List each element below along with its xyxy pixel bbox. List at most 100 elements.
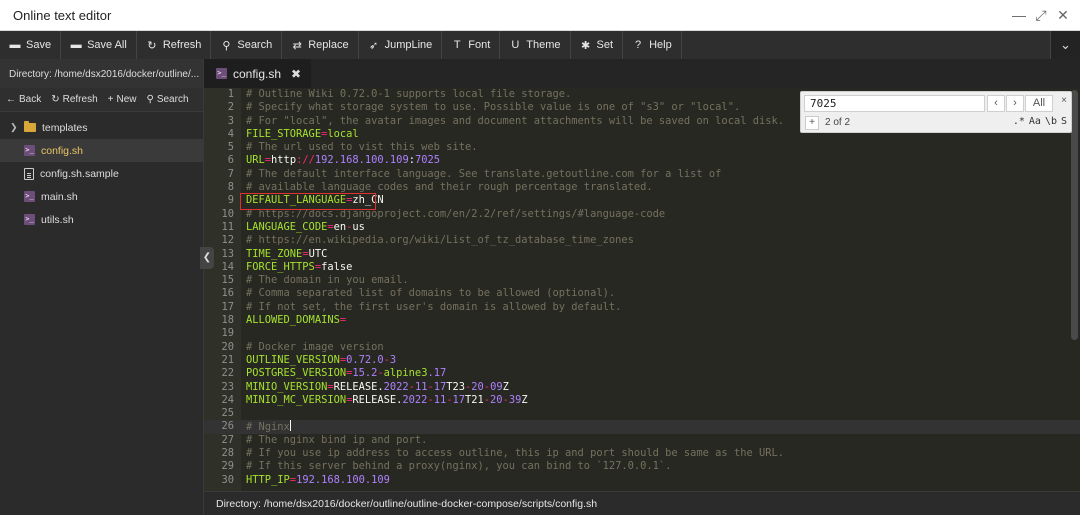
status-path: Directory: /home/dsx2016/docker/outline/… [216, 498, 598, 510]
tree-item-templates[interactable]: ❯ templates [0, 116, 203, 139]
line-code: # Specify what storage system to use. Po… [246, 101, 741, 114]
tree-item-utils-sh[interactable]: >_ utils.sh [0, 208, 203, 231]
line-number: 26 [221, 420, 234, 433]
shell-file-icon: >_ [24, 145, 35, 156]
search-input[interactable]: 7025 [804, 95, 985, 112]
replace-button[interactable]: ⇄ Replace [282, 31, 359, 59]
code-line[interactable]: 22 POSTGRES_VERSION=15.2-alpine3.17 [204, 367, 1080, 380]
back-button[interactable]: ← Back [6, 94, 41, 105]
code-line[interactable]: 17 # If not set, the first user's domain … [204, 301, 1080, 314]
code-line[interactable]: 6 URL=http://192.168.100.109:7025 [204, 154, 1080, 167]
tree-item-config-sh[interactable]: >_ config.sh [0, 139, 203, 162]
code-line[interactable]: 21 OUTLINE_VERSION=0.72.0-3 [204, 354, 1080, 367]
save-all-button[interactable]: ▬ Save All [61, 31, 137, 59]
save-button[interactable]: ▬ Save [0, 31, 62, 59]
line-code: # Outline Wiki 0.72.0-1 supports local f… [246, 88, 572, 100]
code-line[interactable]: 13 TIME_ZONE=UTC [204, 248, 1080, 261]
close-tab-icon[interactable]: ✖ [291, 67, 301, 81]
new-file-button[interactable]: + New [108, 94, 137, 105]
vertical-scrollbar[interactable] [1071, 90, 1078, 340]
whole-word-toggle[interactable]: \b [1045, 116, 1057, 127]
line-number: 11 [221, 220, 234, 233]
line-code: # Docker image version [246, 340, 384, 353]
tree-item-config-sh-sample[interactable]: config.sh.sample [0, 162, 203, 185]
code-line[interactable]: 29 # If this server behind a proxy(nginx)… [204, 460, 1080, 473]
status-bar: Directory: /home/dsx2016/docker/outline/… [204, 491, 1080, 515]
save-icon: ▬ [9, 39, 21, 51]
search-icon: ⚲ [146, 94, 154, 105]
help-button[interactable]: ? Help [623, 31, 682, 59]
code-line[interactable]: 16 # Comma separated list of domains to b… [204, 287, 1080, 300]
theme-button[interactable]: U Theme [500, 31, 571, 59]
close-icon[interactable]: ✕ [1054, 6, 1072, 24]
code-line[interactable]: 12 # https://en.wikipedia.org/wiki/List_o… [204, 234, 1080, 247]
document-icon [24, 167, 34, 180]
code-line[interactable]: 26 # Nginx [204, 420, 1080, 434]
find-next-button[interactable]: › [1006, 95, 1024, 112]
code-line[interactable]: 20 # Docker image version [204, 341, 1080, 354]
font-button[interactable]: T Font [442, 31, 501, 59]
line-number: 9 [227, 194, 234, 207]
shell-file-icon: >_ [24, 191, 35, 202]
code-line[interactable]: 14 FORCE_HTTPS=false [204, 261, 1080, 274]
line-code: # The default interface language. See tr… [246, 167, 722, 180]
code-editor[interactable]: 1 # Outline Wiki 0.72.0-1 supports local … [204, 88, 1080, 491]
line-number: 1 [227, 88, 234, 100]
line-code: OUTLINE_VERSION=0.72.0-3 [246, 353, 397, 366]
find-all-button[interactable]: All [1025, 95, 1053, 112]
code-line[interactable]: 30 HTTP_IP=192.168.100.109 [204, 474, 1080, 487]
line-number: 22 [221, 367, 234, 380]
minimize-icon[interactable]: — [1010, 6, 1028, 24]
line-code: # Comma separated list of domains to be … [246, 287, 616, 300]
tab-label: config.sh [233, 66, 282, 81]
tree-item-main-sh[interactable]: >_ main.sh [0, 185, 203, 208]
refresh-icon: ↻ [51, 94, 60, 105]
chevron-right-icon[interactable]: ❯ [10, 122, 18, 133]
code-line[interactable]: 19 [204, 327, 1080, 340]
case-sensitive-toggle[interactable]: Aa [1029, 116, 1041, 127]
code-line[interactable]: 23 MINIO_VERSION=RELEASE.2022-11-17T23-20… [204, 381, 1080, 394]
line-code: # https://en.wikipedia.org/wiki/List_of_… [246, 234, 634, 247]
line-number: 7 [227, 167, 234, 180]
line-code: # If not set, the first user's domain is… [246, 300, 622, 313]
code-line[interactable]: 27 # The nginx bind ip and port. [204, 434, 1080, 447]
code-line[interactable]: 11 LANGUAGE_CODE=en-us [204, 221, 1080, 234]
line-code: URL=http://192.168.100.109:7025 [246, 154, 440, 167]
close-search-icon[interactable]: × [1061, 95, 1067, 106]
line-number: 20 [221, 340, 234, 353]
refresh-button[interactable]: ↻ Refresh [137, 31, 212, 59]
search-button[interactable]: ⚲ Search [211, 31, 283, 59]
sidebar-search-button[interactable]: ⚲ Search [147, 94, 189, 105]
search-icon: ⚲ [222, 39, 231, 52]
set-button[interactable]: ✱ Set [571, 31, 624, 59]
theme-icon: U [511, 39, 520, 51]
code-line[interactable]: 15 # The domain in you email. [204, 274, 1080, 287]
line-code: POSTGRES_VERSION=15.2-alpine3.17 [246, 367, 447, 380]
code-line[interactable]: 28 # If you use ip address to access outl… [204, 447, 1080, 460]
line-code: MINIO_MC_VERSION=RELEASE.2022-11-17T21-2… [246, 393, 528, 406]
code-line[interactable]: 18 ALLOWED_DOMAINS= [204, 314, 1080, 327]
sidebar-collapse-handle[interactable]: ❮ [200, 247, 214, 269]
line-code: # The domain in you email. [246, 274, 409, 287]
refresh-icon: ↻ [147, 39, 157, 52]
line-number: 16 [221, 287, 234, 300]
search-in-selection-toggle[interactable]: S [1061, 116, 1067, 127]
chevron-down-icon[interactable]: ⌄ [1050, 31, 1080, 59]
sidebar-refresh-button[interactable]: ↻ Refresh [51, 94, 97, 105]
file-sidebar: Directory: /home/dsx2016/docker/outline/… [0, 59, 204, 515]
jumpline-button[interactable]: ➶ JumpLine [359, 31, 443, 59]
line-number: 10 [221, 207, 234, 220]
code-line[interactable]: 24 MINIO_MC_VERSION=RELEASE.2022-11-17T21… [204, 394, 1080, 407]
code-line[interactable]: 5 # The url used to vist this web site. [204, 141, 1080, 154]
code-line[interactable]: 25 [204, 407, 1080, 420]
find-prev-button[interactable]: ‹ [987, 95, 1005, 112]
line-number: 30 [221, 473, 234, 486]
maximize-icon[interactable]: ⤢ [1032, 6, 1050, 24]
regex-toggle[interactable]: .* [1013, 116, 1025, 127]
search-panel: 7025 ‹ › All × + 2 of 2 .* Aa \b S [800, 91, 1072, 133]
shell-file-icon: >_ [24, 214, 35, 225]
code-line[interactable]: 7 # The default interface language. See t… [204, 168, 1080, 181]
toggle-replace-button[interactable]: + [805, 116, 819, 130]
save-all-icon: ▬ [70, 39, 82, 51]
tab-config-sh[interactable]: >_ config.sh ✖ [204, 59, 311, 88]
